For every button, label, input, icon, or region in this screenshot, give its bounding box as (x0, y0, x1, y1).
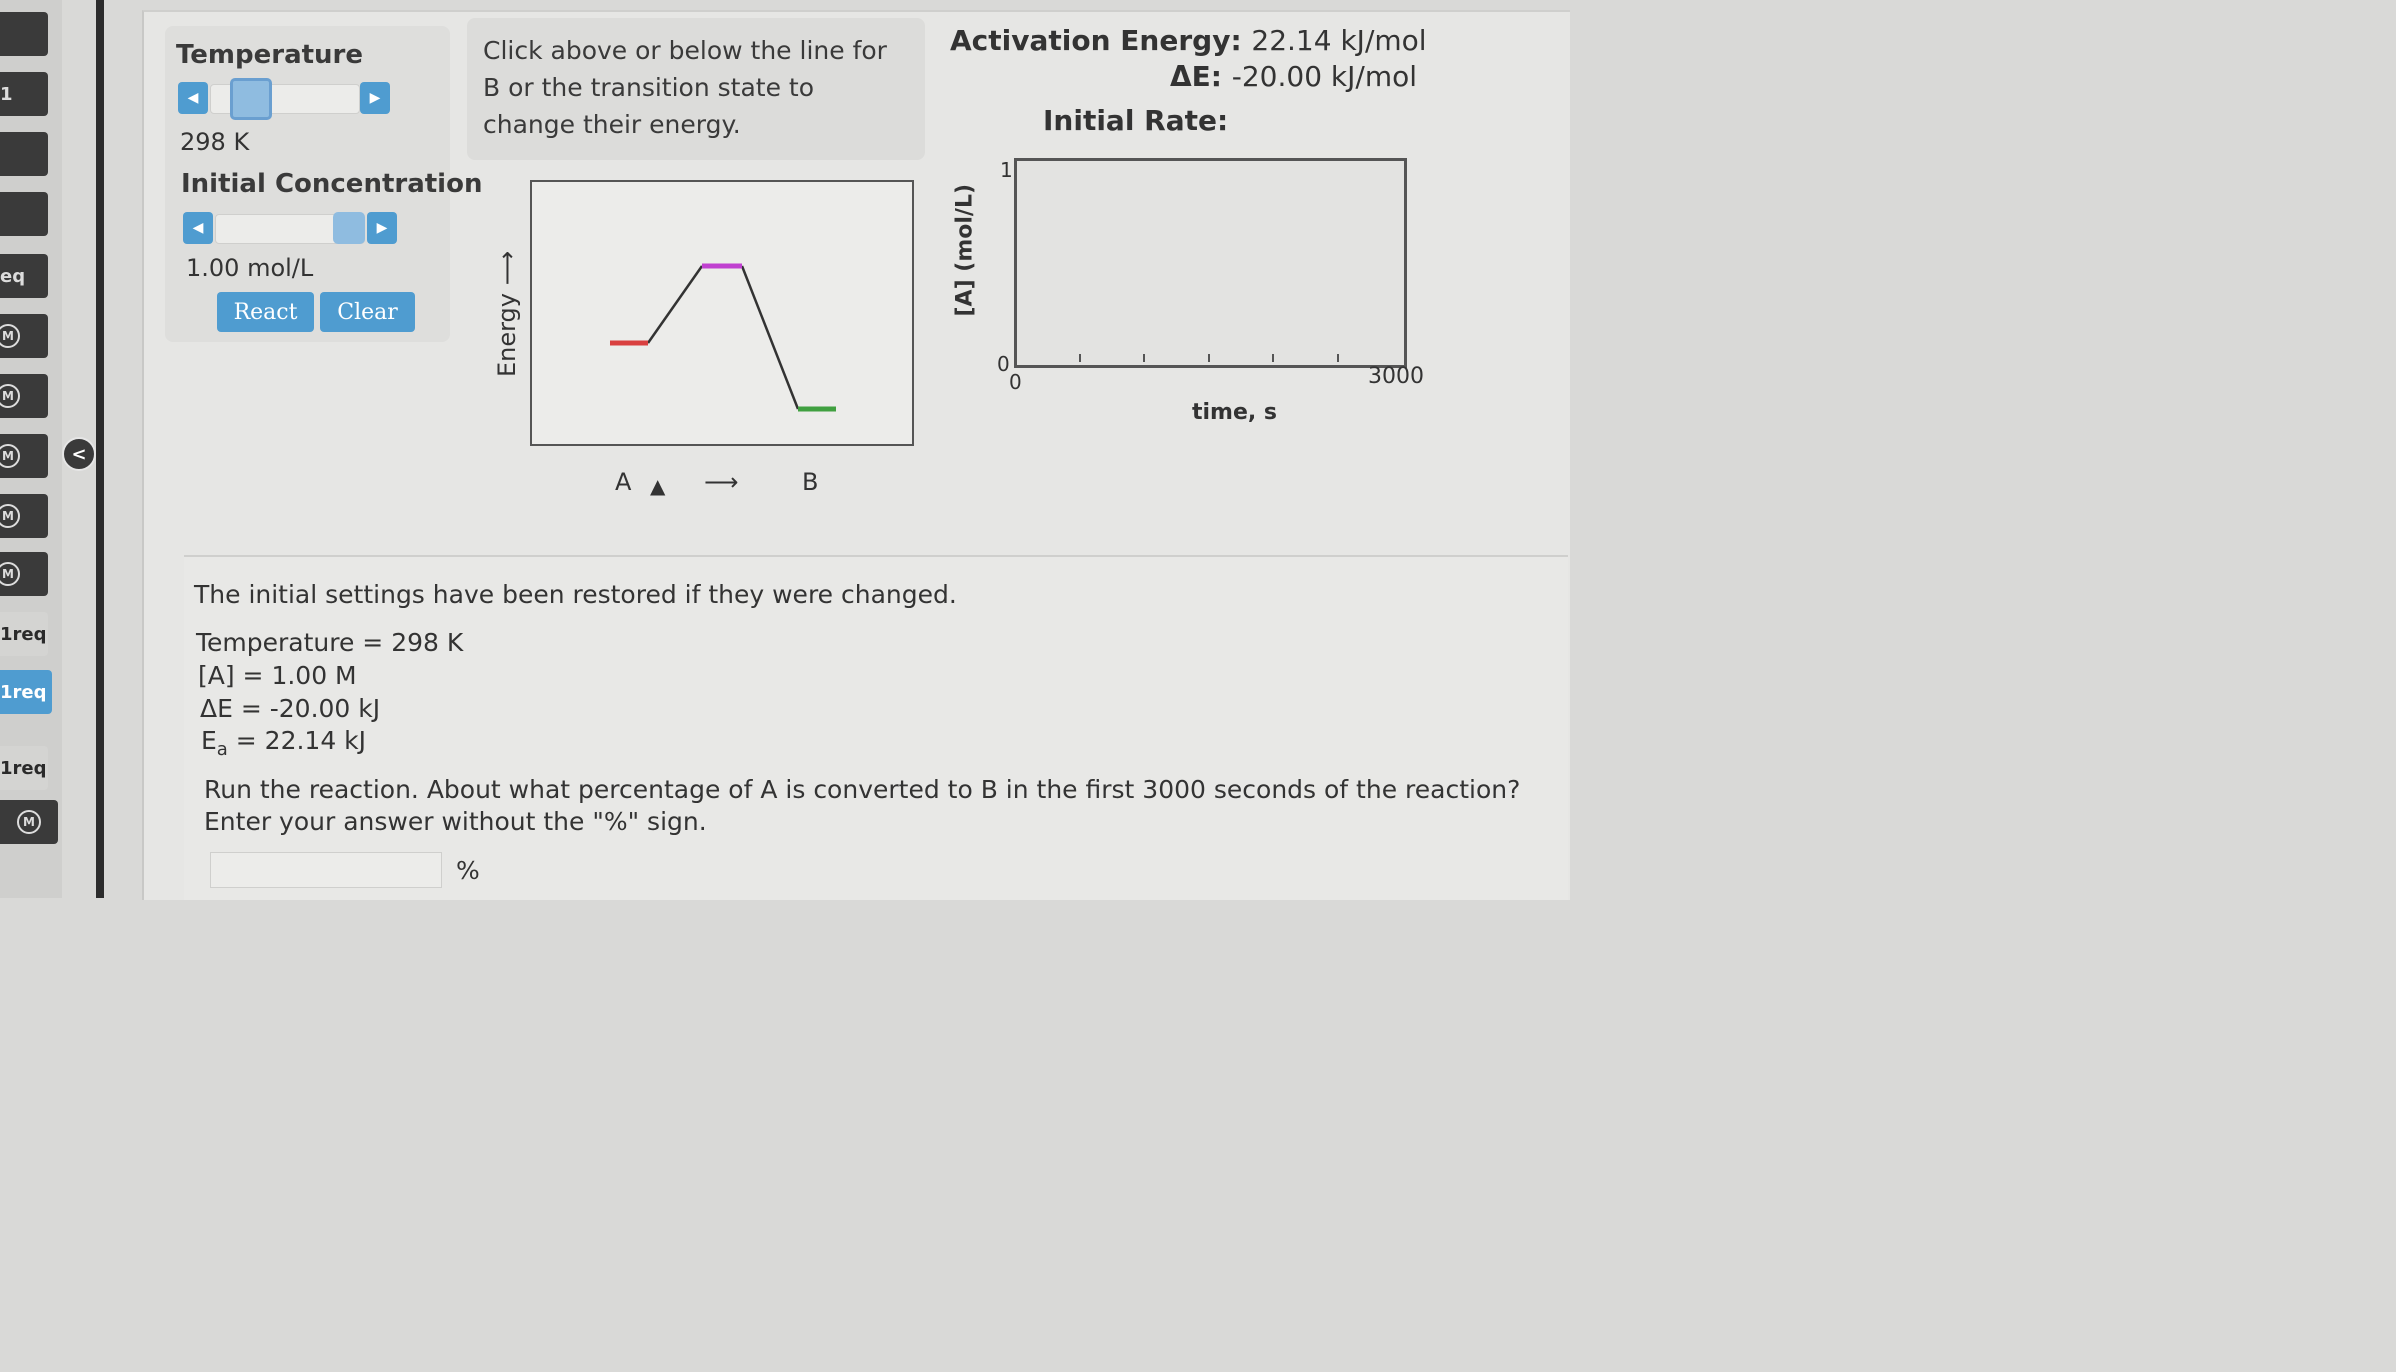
ea-symbol: E (201, 726, 217, 755)
sidebar-item-7[interactable]: M (0, 374, 48, 418)
caret-left-icon: ◀ (187, 90, 199, 106)
delta-e-readout: ΔE: -20.00 kJ/mol (1170, 60, 1417, 93)
sidebar-item-12[interactable]: 1req (0, 670, 52, 714)
sidebar-item-1[interactable] (0, 12, 48, 56)
sidebar-divider (96, 0, 104, 898)
concentration-plot (1014, 158, 1407, 368)
temperature-increase-button[interactable]: ▶ (360, 82, 390, 114)
concentration-decrease-button[interactable]: ◀ (183, 212, 213, 244)
clear-button[interactable]: Clear (320, 292, 415, 332)
sidebar-item-8[interactable]: M (0, 434, 48, 478)
activation-energy-value: 22.14 kJ/mol (1251, 24, 1427, 57)
temperature-value: 298 K (180, 128, 250, 156)
sidebar-item-13[interactable]: 1req (0, 746, 48, 790)
activation-slope (646, 265, 704, 344)
sidebar-item-2[interactable]: 1 (0, 72, 48, 116)
y-min-label: 0 (997, 352, 1010, 376)
temperature-line: Temperature = 298 K (196, 628, 464, 657)
sidebar-item-label: 1req (0, 623, 47, 645)
temperature-slider[interactable]: ◀ ▶ (178, 78, 392, 120)
x-axis-tick (1207, 354, 1210, 362)
sidebar-item-label: 1 (0, 83, 13, 105)
product-label: B (802, 468, 819, 496)
restored-message: The initial settings have been restored … (194, 580, 957, 609)
activation-energy-line: Ea = 22.14 kJ (201, 726, 366, 760)
sidebar-item-3[interactable] (0, 132, 48, 176)
concentration-value: 1.00 mol/L (186, 254, 314, 282)
sidebar-item-label: eq (0, 265, 26, 287)
time-axis-label: time, s (1192, 400, 1278, 425)
answer-input[interactable] (210, 852, 442, 888)
caret-right-icon: ▶ (369, 90, 381, 106)
instruction-hint: Click above or below the line for B or t… (467, 18, 925, 160)
module-icon: M (0, 324, 20, 348)
reaction-arrow: ⟶ (704, 468, 739, 496)
module-icon: M (17, 810, 41, 834)
percent-unit: % (456, 856, 480, 885)
temperature-slider-thumb[interactable] (230, 78, 272, 120)
module-icon: M (0, 504, 20, 528)
concentration-line: [A] = 1.00 M (198, 661, 357, 690)
module-icon: M (0, 444, 20, 468)
sidebar-item-5[interactable]: eq (0, 254, 48, 298)
x-axis-tick (1272, 354, 1274, 362)
delta-e-line: ΔE = -20.00 kJ (200, 694, 381, 723)
sidebar-item-label: 1req (0, 681, 47, 703)
temperature-decrease-button[interactable]: ◀ (178, 82, 208, 114)
collapse-sidebar-button[interactable]: < (62, 437, 96, 471)
x-axis-tick (1336, 354, 1339, 362)
caret-right-icon: ▶ (376, 220, 388, 236)
initial-rate-label: Initial Rate: (1043, 104, 1229, 137)
module-icon: M (0, 384, 20, 408)
y-max-label: 1 (1000, 158, 1013, 182)
module-icon: M (0, 562, 20, 586)
activation-energy-label: Activation Energy: (950, 24, 1242, 57)
delta-e-value: -20.00 kJ/mol (1231, 60, 1418, 93)
caret-left-icon: ◀ (192, 220, 204, 236)
x-max-label: 3000 (1368, 364, 1424, 389)
energy-diagram[interactable] (530, 180, 914, 446)
sidebar-item-4[interactable] (0, 192, 48, 236)
conc-axis-label: [A] (mol/L) (952, 183, 978, 317)
sidebar-item-9[interactable]: M (0, 494, 48, 538)
react-button[interactable]: React (217, 292, 314, 332)
exothermic-slope (740, 265, 800, 410)
cursor-icon: ▲ (650, 474, 666, 498)
ea-subscript: a (216, 739, 228, 760)
chevron-left-icon: < (71, 443, 87, 465)
sidebar-item-11[interactable]: 1req (0, 612, 48, 656)
x-axis-tick (1078, 354, 1081, 362)
energy-diagram-svg (610, 263, 836, 412)
sidebar-item-10[interactable]: M (0, 552, 48, 596)
concentration-increase-button[interactable]: ▶ (367, 212, 397, 244)
delta-e-label: ΔE: (1170, 60, 1222, 93)
concentration-label: Initial Concentration (181, 169, 483, 199)
x-axis-tick (1143, 354, 1145, 362)
sidebar-item-label: 1req (0, 757, 47, 779)
activation-energy-readout: Activation Energy: 22.14 kJ/mol (950, 24, 1427, 57)
course-sidebar: 1 eq M M M M M 1req 1req 1req M (0, 0, 62, 898)
sidebar-item-14[interactable]: M (0, 800, 58, 844)
concentration-slider-thumb[interactable] (333, 212, 365, 244)
concentration-slider[interactable]: ◀ ▶ (183, 212, 397, 244)
x-min-label: 0 (1009, 370, 1022, 394)
reactant-label: A (615, 468, 632, 496)
temperature-label: Temperature (176, 40, 364, 70)
sidebar-item-6[interactable]: M (0, 314, 48, 358)
energy-axis-label: Energy ⟶ (493, 250, 521, 378)
ea-value: = 22.14 kJ (227, 726, 367, 755)
question-text: Run the reaction. About what percentage … (204, 775, 1521, 836)
